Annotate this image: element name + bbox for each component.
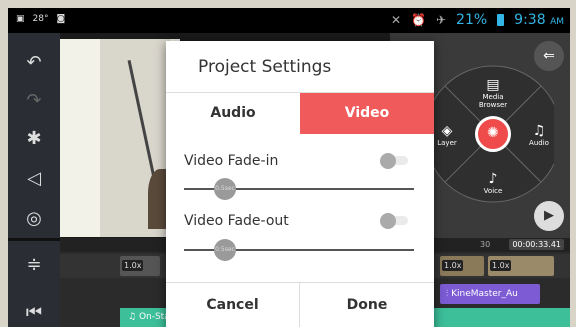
voice-button[interactable]: ♪ Voice (478, 171, 508, 195)
music-note-icon: ♫ (532, 123, 546, 139)
fade-in-slider-thumb[interactable]: 0.5sec (214, 178, 236, 200)
mute-icon: ✕ (390, 13, 402, 27)
fade-out-slider-thumb[interactable]: 0.5sec (214, 239, 236, 261)
video-clip[interactable]: 1.0x (120, 256, 160, 276)
camera-icon: ◙ (56, 14, 66, 24)
magic-wand-icon[interactable]: ✱ (8, 121, 60, 157)
fade-in-label: Video Fade-in (184, 153, 279, 169)
alarm-icon: ⏰ (411, 13, 426, 27)
clip-speed-badge: 1.0x (490, 260, 512, 271)
layer-button[interactable]: ◈ Layer (432, 123, 462, 147)
media-browser-button[interactable]: ▤ Media Browser (468, 77, 518, 109)
layer-icon: ◈ (441, 123, 453, 139)
clip-speed-badge: 1.0x (122, 260, 144, 271)
skip-to-start-icon[interactable]: ⏮ (8, 295, 60, 327)
video-frame (60, 39, 180, 237)
ruler-tick-label: 30 (480, 240, 491, 249)
settings-icon[interactable]: ◎ (8, 201, 60, 237)
undo-icon[interactable]: ↶ (8, 45, 60, 81)
camera-shutter-icon: ✺ (487, 125, 499, 141)
tab-video[interactable]: Video (300, 93, 434, 134)
fade-in-toggle[interactable] (380, 153, 408, 169)
battery-percent: 21% (456, 12, 488, 28)
airplane-icon: ✈ (435, 13, 447, 27)
project-settings-dialog: Project Settings Audio Video Video Fade-… (166, 41, 434, 327)
music-note-icon: ♫ (128, 312, 139, 322)
toolbar-divider (8, 238, 60, 241)
fade-out-toggle[interactable] (380, 213, 408, 229)
redo-icon[interactable]: ↷ (8, 83, 60, 119)
temperature-label: 28° (32, 14, 49, 24)
video-clip[interactable]: 1.0x (488, 256, 554, 276)
video-clip[interactable]: 1.0x (440, 256, 484, 276)
exit-icon: ⇐ (543, 48, 555, 64)
tab-audio[interactable]: Audio (166, 93, 300, 134)
clock-time: 9:38 AM (514, 12, 564, 28)
play-icon: ▶ (544, 208, 554, 223)
app-screen: ▣ 28° ◙ ✕ ⏰ ✈ 21% 9:38 AM ↶ ↷ ✱ ◁ ◎ ≑ ⏮ (8, 8, 570, 327)
battery-icon (497, 14, 505, 26)
share-icon[interactable]: ◁ (8, 161, 60, 197)
left-toolbar: ↶ ↷ ✱ ◁ ◎ ≑ ⏮ (8, 33, 60, 327)
audio-clip[interactable]: ⫶ KineMaster_Au (440, 284, 540, 304)
media-wheel: ▤ Media Browser ◈ Layer ♫ Audio ♪ Voice … (430, 63, 554, 203)
dialog-footer: Cancel Done (166, 282, 434, 327)
done-button[interactable]: Done (300, 283, 434, 327)
dialog-tabs: Audio Video (166, 92, 434, 134)
microphone-icon: ♪ (488, 171, 498, 187)
clip-speed-badge: 1.0x (442, 260, 464, 271)
split-icon[interactable]: ≑ (8, 247, 60, 283)
status-bar: ▣ 28° ◙ ✕ ⏰ ✈ 21% 9:38 AM (8, 8, 570, 33)
fade-out-label: Video Fade-out (184, 213, 289, 229)
image-icon: ▣ (16, 14, 25, 24)
timecode: 00:00:33.41 (509, 239, 564, 250)
cancel-button[interactable]: Cancel (166, 283, 300, 327)
record-button[interactable]: ✺ (475, 116, 511, 152)
play-button[interactable]: ▶ (534, 201, 564, 231)
media-browser-icon: ▤ (486, 77, 500, 93)
dialog-title: Project Settings (198, 57, 332, 77)
audio-button[interactable]: ♫ Audio (524, 123, 554, 147)
